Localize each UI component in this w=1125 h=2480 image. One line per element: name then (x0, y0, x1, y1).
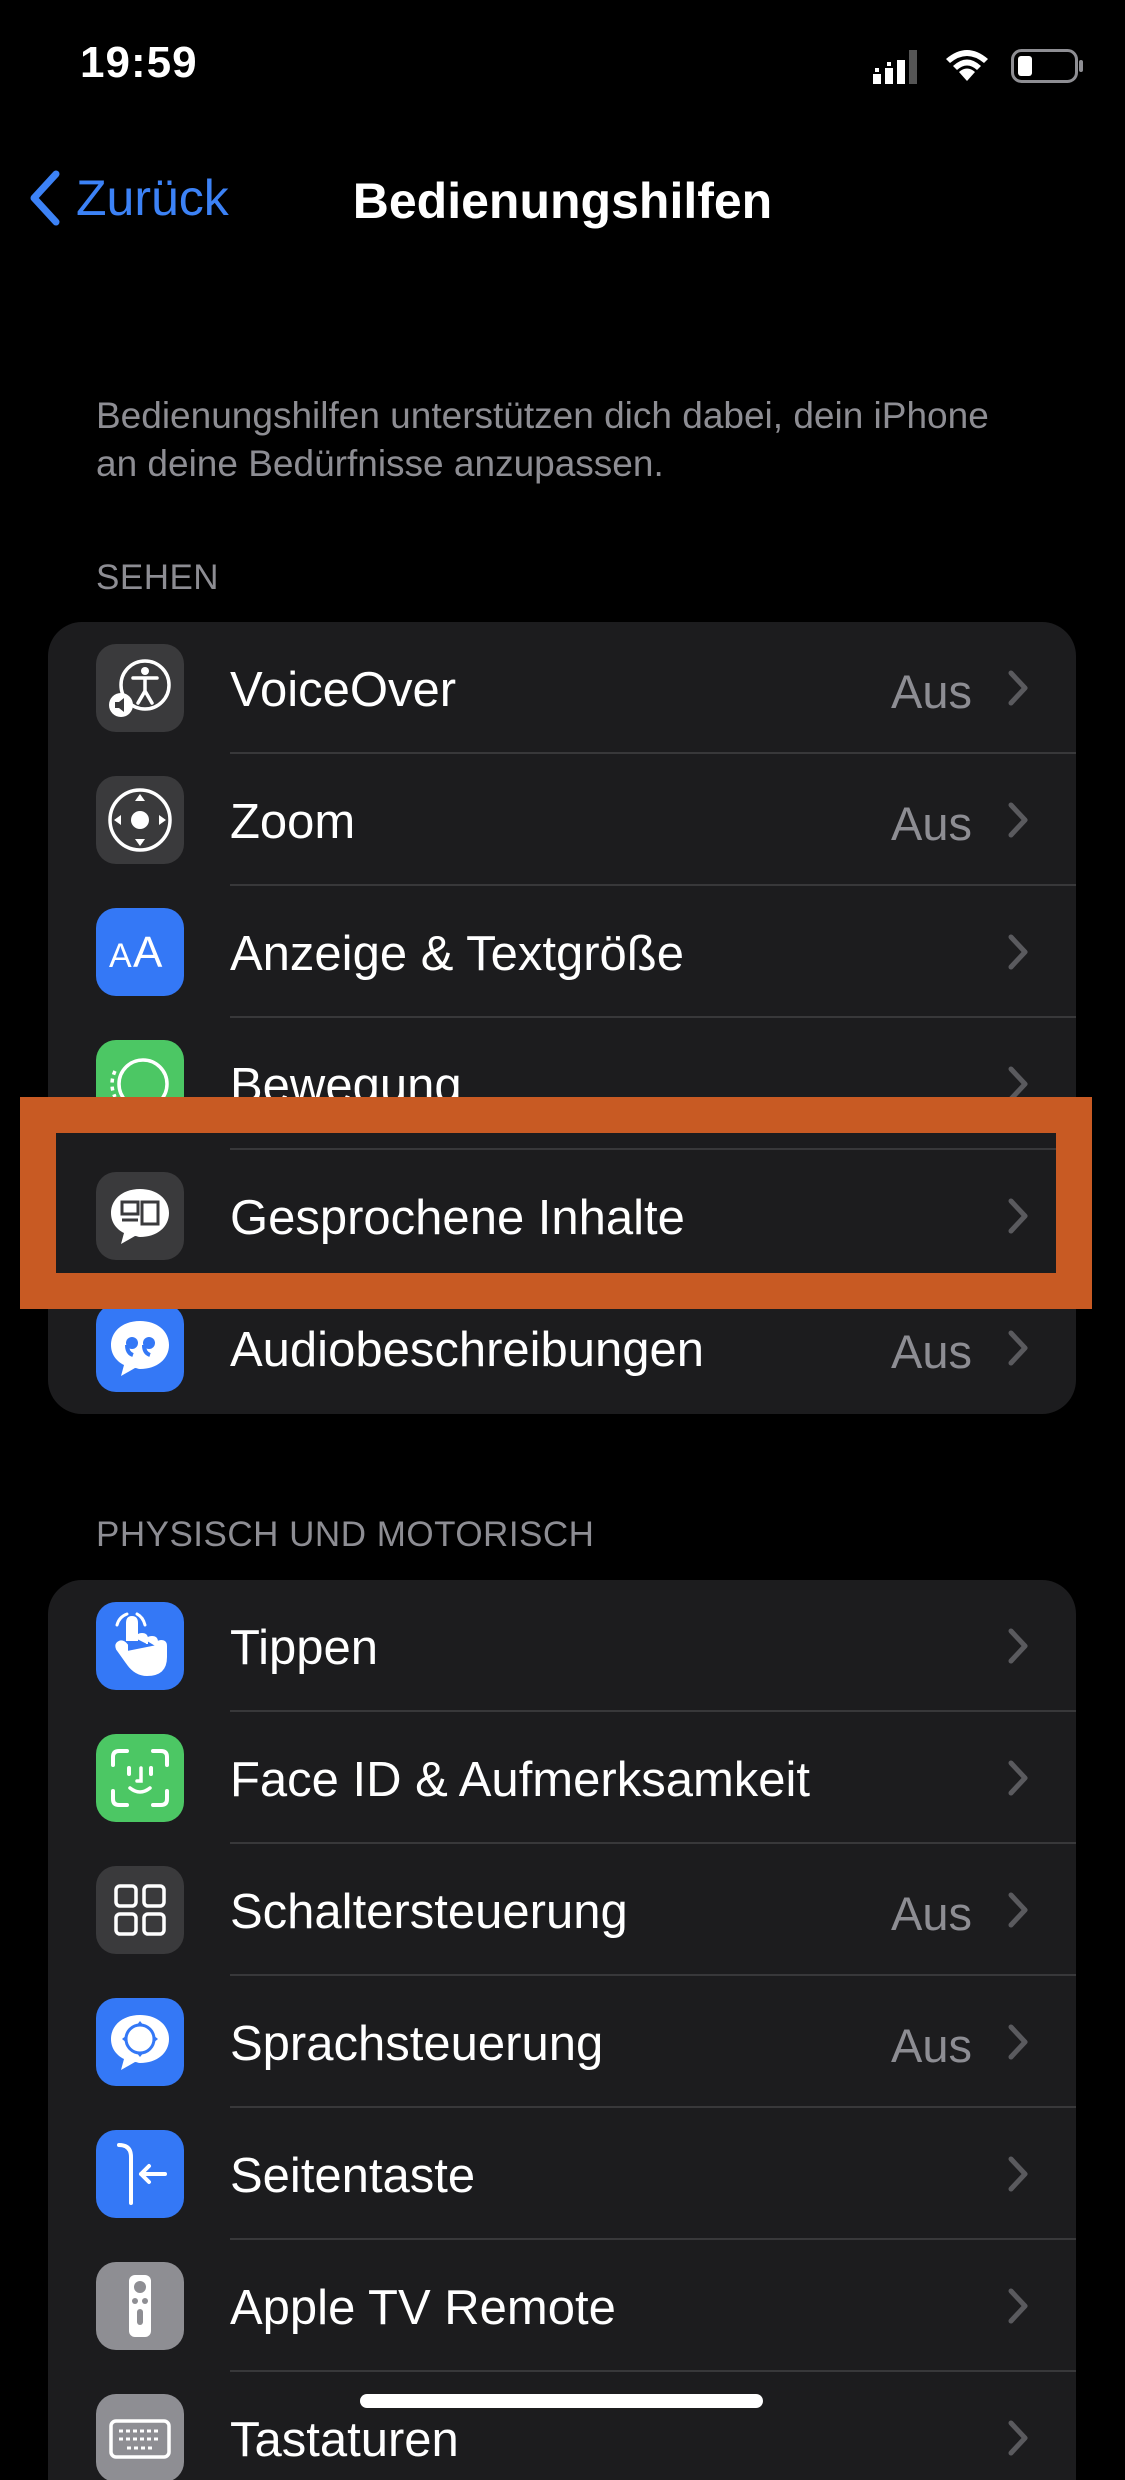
cellular-signal-icon (873, 50, 917, 84)
navigation-bar: Zurück Bedienungshilfen (0, 150, 1125, 250)
chevron-right-icon (1008, 2024, 1028, 2060)
row-audio-descriptions[interactable]: Audiobeschreibungen Aus (48, 1282, 1076, 1414)
row-label: Anzeige & Textgröße (230, 927, 684, 981)
row-zoom[interactable]: Zoom Aus (48, 754, 1076, 886)
chevron-right-icon (1008, 934, 1028, 970)
row-label: VoiceOver (230, 663, 457, 717)
row-label: Tastaturen (230, 2413, 459, 2467)
row-value: Aus (891, 797, 972, 850)
row-label: Sprachsteuerung (230, 2017, 604, 2071)
row-face-id[interactable]: Face ID & Aufmerksamkeit (48, 1712, 1076, 1844)
svg-text:A: A (109, 937, 132, 975)
status-time: 19:59 (80, 38, 198, 87)
touch-icon (96, 1602, 184, 1690)
switch-control-icon (96, 1866, 184, 1954)
row-value: Aus (891, 665, 972, 718)
wifi-icon (946, 50, 988, 81)
face-id-icon (96, 1734, 184, 1822)
intro-text: Bedienungshilfen unterstützen dich dabei… (96, 395, 989, 484)
section-header-sehen: SEHEN (96, 558, 220, 597)
row-side-button[interactable]: Seitentaste (48, 2108, 1076, 2240)
chevron-right-icon (1008, 2420, 1028, 2456)
row-touch[interactable]: Tippen (48, 1580, 1076, 1712)
row-label: Apple TV Remote (230, 2281, 616, 2335)
row-label: Tippen (230, 1621, 379, 1675)
chevron-right-icon (1008, 1760, 1028, 1796)
row-motion[interactable]: Bewegung (48, 1018, 1076, 1150)
row-label: Bewegung (230, 1059, 462, 1113)
chevron-right-icon (1008, 2288, 1028, 2324)
row-label: Zoom (230, 795, 356, 849)
row-switch-control[interactable]: Schaltersteuerung Aus (48, 1844, 1076, 1976)
audio-description-icon (96, 1304, 184, 1392)
status-icons (873, 48, 1085, 84)
zoom-icon (96, 776, 184, 864)
svg-text:A: A (133, 928, 163, 977)
chevron-right-icon (1008, 1198, 1028, 1234)
battery-icon (1011, 49, 1083, 83)
row-apple-tv-remote[interactable]: Apple TV Remote (48, 2240, 1076, 2372)
status-bar: 19:59 (0, 0, 1125, 140)
row-label: Seitentaste (230, 2149, 476, 2203)
home-indicator[interactable] (360, 2394, 763, 2408)
row-label: Face ID & Aufmerksamkeit (230, 1753, 811, 1807)
motion-icon (96, 1040, 184, 1128)
row-voice-control[interactable]: Sprachsteuerung Aus (48, 1976, 1076, 2108)
keyboard-icon (96, 2394, 184, 2480)
side-button-icon (96, 2130, 184, 2218)
group-physisch: Tippen Face ID & Aufmerksamkeit Schalter… (48, 1580, 1076, 2480)
chevron-right-icon (1008, 802, 1028, 838)
voiceover-icon (96, 644, 184, 732)
row-voiceover[interactable]: VoiceOver Aus (48, 622, 1076, 754)
row-spoken-content[interactable]: Gesprochene Inhalte (48, 1150, 1076, 1282)
row-value: Aus (891, 2019, 972, 2072)
chevron-right-icon (1008, 1628, 1028, 1664)
group-sehen: VoiceOver Aus Zoom Aus A A Anzeige & Tex… (48, 622, 1076, 1414)
tv-remote-icon (96, 2262, 184, 2350)
row-display-text-size[interactable]: A A Anzeige & Textgröße (48, 886, 1076, 1018)
voice-control-icon (96, 1998, 184, 2086)
chevron-right-icon (1008, 670, 1028, 706)
row-label: Schaltersteuerung (230, 1885, 628, 1939)
spoken-content-icon (96, 1172, 184, 1260)
chevron-right-icon (1008, 1066, 1028, 1102)
text-size-icon: A A (96, 908, 184, 996)
chevron-right-icon (1008, 1330, 1028, 1366)
row-label: Gesprochene Inhalte (230, 1191, 685, 1245)
section-header-physisch: PHYSISCH UND MOTORISCH (96, 1515, 595, 1554)
row-value: Aus (891, 1887, 972, 1940)
row-label: Audiobeschreibungen (230, 1323, 705, 1377)
page-title: Bedienungshilfen (352, 173, 773, 229)
row-value: Aus (891, 1325, 972, 1378)
row-keyboards[interactable]: Tastaturen (48, 2372, 1076, 2480)
chevron-right-icon (1008, 2156, 1028, 2192)
chevron-right-icon (1008, 1892, 1028, 1928)
